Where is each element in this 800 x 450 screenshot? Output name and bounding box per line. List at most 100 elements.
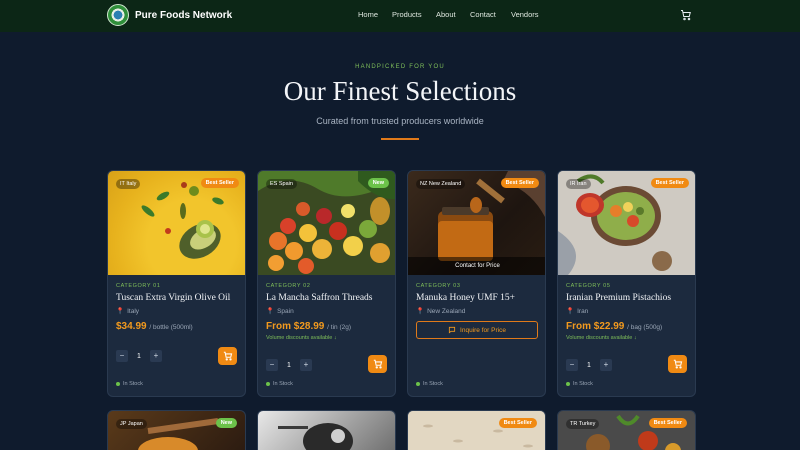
location-text: Italy: [127, 308, 140, 315]
product-image-olive-oil[interactable]: IT Italy Best Seller: [108, 171, 245, 275]
quantity-value[interactable]: 1: [578, 362, 600, 369]
product-category: CATEGORY 03: [416, 283, 461, 289]
product-name[interactable]: Iranian Premium Pistachios: [566, 293, 671, 303]
top-nav: Pure Foods Network Home Products About C…: [0, 0, 800, 32]
in-stock-dot-icon: [566, 381, 570, 386]
location-text: New Zealand: [427, 308, 466, 315]
product-category: CATEGORY 02: [266, 283, 311, 289]
price-value: From $28.99: [266, 321, 325, 332]
nav-item-home[interactable]: Home: [358, 10, 392, 19]
increase-quantity-button[interactable]: +: [600, 359, 612, 371]
hero-divider: [381, 138, 419, 140]
volume-discount-link[interactable]: Volume discounts available ↓: [566, 335, 637, 341]
rice-illustration: [408, 411, 545, 450]
best-seller-badge: Best Seller: [500, 178, 539, 188]
price-unit: / bag (500g): [627, 324, 663, 331]
quantity-stepper: − 1 +: [566, 359, 612, 371]
origin-chip: TR Turkey: [566, 419, 600, 429]
product-price: From $28.99 / tin (2g): [266, 321, 351, 332]
product-price: From $22.99 / bag (500g): [566, 321, 662, 332]
decrease-quantity-button[interactable]: −: [116, 350, 128, 362]
origin-chip: ES Spain: [266, 179, 297, 189]
product-card[interactable]: IT Italy Best Seller CATEGORY 01 Tuscan …: [107, 170, 246, 397]
stock-text: In Stock: [273, 381, 293, 387]
stock-status: In Stock: [266, 381, 293, 387]
product-card[interactable]: NZ New Zealand Best Seller Contact for P…: [407, 170, 546, 397]
product-location: 📍 Spain: [266, 307, 294, 315]
increase-quantity-button[interactable]: +: [150, 350, 162, 362]
cart-icon: [373, 359, 382, 369]
new-badge: New: [215, 418, 237, 428]
location-pin-icon: 📍: [116, 308, 125, 315]
product-image-rice[interactable]: Best Seller: [407, 410, 546, 450]
origin-chip: NZ New Zealand: [416, 179, 466, 189]
brand[interactable]: Pure Foods Network: [107, 4, 232, 26]
location-pin-icon: 📍: [416, 308, 425, 315]
product-location: 📍 Iran: [566, 307, 588, 315]
quantity-stepper: − 1 +: [116, 350, 162, 362]
location-pin-icon: 📍: [266, 308, 275, 315]
hero-subtitle: Curated from trusted producers worldwide: [316, 116, 484, 126]
volume-discount-link[interactable]: Volume discounts available ↓: [266, 335, 337, 341]
best-seller-badge: Best Seller: [650, 178, 689, 188]
origin-chip: IR Iran: [566, 179, 591, 189]
brand-name: Pure Foods Network: [135, 9, 233, 21]
product-name[interactable]: Manuka Honey UMF 15+: [416, 293, 515, 303]
nav-item-products[interactable]: Products: [392, 10, 436, 19]
new-badge: New: [367, 178, 389, 188]
price-value: $34.99: [116, 321, 147, 332]
location-pin-icon: 📍: [566, 308, 575, 315]
contact-for-price-overlay: Contact for Price: [408, 257, 545, 275]
nav-item-contact[interactable]: Contact: [470, 10, 511, 19]
stock-text: In Stock: [573, 381, 593, 387]
cart-icon[interactable]: [680, 9, 692, 21]
increase-quantity-button[interactable]: +: [300, 359, 312, 371]
product-image-pistachios[interactable]: IR Iran Best Seller: [558, 171, 695, 275]
nav-item-about[interactable]: About: [436, 10, 470, 19]
product-image-lab[interactable]: [257, 410, 396, 450]
cart-icon: [223, 351, 232, 361]
nav-menu: Home Products About Contact Vendors: [358, 10, 539, 19]
hero-title: Our Finest Selections: [283, 76, 517, 106]
product-card[interactable]: IR Iran Best Seller CATEGORY 05 Iranian …: [557, 170, 696, 397]
price-value: From $22.99: [566, 321, 625, 332]
product-name[interactable]: La Mancha Saffron Threads: [266, 293, 373, 303]
stock-status: In Stock: [416, 381, 443, 387]
brand-logo-icon: [107, 4, 129, 26]
inquire-label: Inquire for Price: [460, 326, 506, 334]
spices-illustration: [558, 411, 695, 450]
add-to-cart-button[interactable]: [218, 347, 237, 365]
product-image-manuka-honey[interactable]: NZ New Zealand Best Seller Contact for P…: [408, 171, 545, 275]
product-category: CATEGORY 05: [566, 283, 611, 289]
decrease-quantity-button[interactable]: −: [266, 359, 278, 371]
origin-chip: JP Japan: [116, 419, 147, 429]
decrease-quantity-button[interactable]: −: [566, 359, 578, 371]
location-text: Iran: [577, 308, 589, 315]
best-seller-badge: Best Seller: [498, 418, 537, 428]
inquire-for-price-button[interactable]: Inquire for Price: [416, 321, 538, 339]
product-card[interactable]: ES Spain New CATEGORY 02 La Mancha Saffr…: [257, 170, 396, 397]
product-image-saffron[interactable]: ES Spain New: [258, 171, 395, 275]
product-image-spices[interactable]: TR Turkey Best Seller: [557, 410, 696, 450]
product-category: CATEGORY 01: [116, 283, 161, 289]
stock-text: In Stock: [423, 381, 443, 387]
quantity-stepper: − 1 +: [266, 359, 312, 371]
chat-bubble-icon: [448, 326, 456, 334]
stock-text: In Stock: [123, 381, 143, 387]
lab-illustration: [278, 423, 353, 450]
product-image-honey-dipper[interactable]: JP Japan New: [107, 410, 246, 450]
add-to-cart-button[interactable]: [668, 355, 687, 373]
in-stock-dot-icon: [416, 381, 420, 386]
quantity-value[interactable]: 1: [278, 362, 300, 369]
nav-item-vendors[interactable]: Vendors: [511, 10, 539, 19]
add-to-cart-button[interactable]: [368, 355, 387, 373]
quantity-value[interactable]: 1: [128, 353, 150, 360]
best-seller-badge: Best Seller: [200, 178, 239, 188]
price-unit: / bottle (500ml): [149, 324, 193, 331]
location-text: Spain: [277, 308, 294, 315]
honey-dipper-illustration: [138, 418, 219, 450]
product-name[interactable]: Tuscan Extra Virgin Olive Oil: [116, 293, 230, 303]
hero-eyebrow: HANDPICKED FOR YOU: [355, 64, 445, 70]
stock-status: In Stock: [116, 381, 143, 387]
in-stock-dot-icon: [116, 381, 120, 386]
